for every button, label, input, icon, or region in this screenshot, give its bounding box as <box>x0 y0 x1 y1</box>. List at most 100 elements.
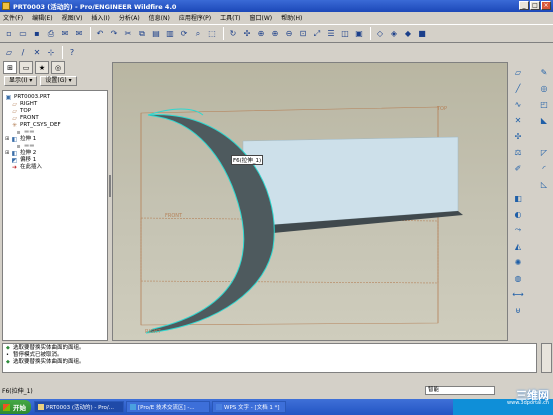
rib-tool-icon[interactable]: ◣ <box>538 114 550 126</box>
menu-info[interactable]: 信息(N) <box>149 13 170 22</box>
orient-mode-icon[interactable]: ⊕ <box>255 28 267 40</box>
tree-item-top[interactable]: ▱ TOP <box>5 108 105 115</box>
menu-edit[interactable]: 编辑(E) <box>32 13 52 22</box>
datum-point-toggle-icon[interactable]: ✕ <box>31 46 43 58</box>
open-file-icon[interactable]: ▭ <box>17 28 29 40</box>
tree-item-extrude-1[interactable]: ⊞ ◧ 拉伸 1 <box>5 136 105 143</box>
selection-box-icon[interactable]: ⬚ <box>206 28 218 40</box>
cut-icon[interactable]: ✂ <box>122 28 134 40</box>
prompt-icon: ◆ <box>6 345 10 351</box>
find-icon[interactable]: ⌕ <box>192 28 204 40</box>
datum-axis-toggle-icon[interactable]: / <box>17 46 29 58</box>
menu-analysis[interactable]: 分析(A) <box>119 13 140 22</box>
redo-icon[interactable]: ↷ <box>108 28 120 40</box>
refit-icon[interactable]: ⊡ <box>297 28 309 40</box>
tree-item-label: FRONT <box>20 115 39 121</box>
tree-item-right[interactable]: ▱ RIGHT <box>5 101 105 108</box>
shading-icon[interactable]: ■ <box>416 28 428 40</box>
draft-tool-icon[interactable]: ◸ <box>538 146 550 158</box>
boundary-blend-tool-icon[interactable]: ◍ <box>512 272 524 284</box>
datum-plane-toggle-icon[interactable]: ▱ <box>3 46 15 58</box>
tree-item-extrude-2[interactable]: ⊞ ◧ 拉伸 2 <box>5 150 105 157</box>
datum-axis-tool-icon[interactable]: ╱ <box>512 82 524 94</box>
datum-curve-tool-icon[interactable]: ∿ <box>512 98 524 110</box>
menu-applications[interactable]: 应用程序(P) <box>179 13 211 22</box>
extrude-tool-icon[interactable]: ◧ <box>512 192 524 204</box>
saved-views-icon[interactable]: ☰ <box>325 28 337 40</box>
datum-plane-tool-icon[interactable]: ▱ <box>512 66 524 78</box>
tree-item-hidden[interactable]: ▪ ▬▬ <box>5 143 105 150</box>
shell-tool-icon[interactable]: ◰ <box>538 98 550 110</box>
email-icon[interactable]: ✉ <box>59 28 71 40</box>
hidden-line-icon[interactable]: ◈ <box>388 28 400 40</box>
new-file-icon[interactable]: ▫ <box>3 28 15 40</box>
context-help-icon[interactable]: ? <box>66 46 78 58</box>
copy-icon[interactable]: ⧉ <box>136 28 148 40</box>
regenerate-icon[interactable]: ⟳ <box>178 28 190 40</box>
tree-item-csys[interactable]: ✳ PRT_CSYS_DEF <box>5 122 105 129</box>
tree-item-label: 偏移 1 <box>20 157 37 163</box>
maximize-button[interactable]: □ <box>530 1 540 10</box>
extrude-icon: ◧ <box>11 149 18 157</box>
analysis-tool-icon[interactable]: ⚖ <box>512 146 524 158</box>
email-link-icon[interactable]: ✉ <box>73 28 85 40</box>
datum-point-tool-icon[interactable]: ✕ <box>512 114 524 126</box>
menu-window[interactable]: 窗口(W) <box>250 13 273 22</box>
tree-item-offset[interactable]: ◩ 偏移 1 <box>5 157 105 164</box>
annotation-tool-icon[interactable]: ✐ <box>512 162 524 174</box>
spin-center-icon[interactable]: ✣ <box>241 28 253 40</box>
selection-filter[interactable]: 智能 <box>425 386 495 395</box>
close-button[interactable]: × <box>541 1 551 10</box>
print-icon[interactable]: ⎙ <box>45 28 57 40</box>
folder-browser-tab-icon[interactable]: ▭ <box>19 61 33 74</box>
tree-root[interactable]: ▣ PRT0003.PRT <box>5 94 105 101</box>
tree-item-front[interactable]: ▱ FRONT <box>5 115 105 122</box>
repaint-icon[interactable]: ↻ <box>227 28 239 40</box>
menu-view[interactable]: 视图(V) <box>62 13 83 22</box>
sketch-tool-icon[interactable]: ✎ <box>538 66 550 78</box>
taskbar-item-forum[interactable]: [Pro/E 技术交流区] -... <box>126 401 210 413</box>
taskbar-item-wps[interactable]: WPS 文字 - [文档 1 *] <box>212 401 286 413</box>
zoom-out-icon[interactable]: ⊖ <box>283 28 295 40</box>
datum-toolbar: ▱ / ✕ ⊹ ? <box>0 44 110 60</box>
reorient-icon[interactable]: ⤢ <box>311 28 323 40</box>
graphics-window[interactable]: TOP FRONT RIGHT F6(拉伸_1) <box>112 62 508 341</box>
no-hidden-icon[interactable]: ◆ <box>402 28 414 40</box>
csys-tool-icon[interactable]: ✣ <box>512 130 524 142</box>
minimize-button[interactable]: _ <box>519 1 529 10</box>
model-tree-tab-icon[interactable]: ⊞ <box>3 61 17 74</box>
view-manager-icon[interactable]: ▣ <box>353 28 365 40</box>
tree-item-hidden[interactable]: ▪ ▬▬ <box>5 129 105 136</box>
tree-item-insert-here[interactable]: ➜ 在此插入 <box>5 164 105 171</box>
favorites-tab-icon[interactable]: ★ <box>35 61 49 74</box>
message-scrollbar[interactable] <box>541 343 552 373</box>
round-tool-icon[interactable]: ◜ <box>538 162 550 174</box>
merge-tool-icon[interactable]: ⊎ <box>512 304 524 316</box>
menu-file[interactable]: 文件(F) <box>3 13 23 22</box>
paste-special-icon[interactable]: ▥ <box>164 28 176 40</box>
menu-tools[interactable]: 工具(T) <box>220 13 240 22</box>
menu-help[interactable]: 帮助(H) <box>281 13 302 22</box>
settings-dropdown[interactable]: 设置(G) ▾ <box>40 76 77 86</box>
revolve-tool-icon[interactable]: ◐ <box>512 208 524 220</box>
menu-insert[interactable]: 插入(I) <box>91 13 109 22</box>
selection-filter-value: 智能 <box>428 387 440 393</box>
csys-toggle-icon[interactable]: ⊹ <box>45 46 57 58</box>
style-tool-icon[interactable]: ✺ <box>512 256 524 268</box>
mirror-tool-icon[interactable]: ⟷ <box>512 288 524 300</box>
paste-icon[interactable]: ▤ <box>150 28 162 40</box>
web-tab-icon[interactable]: ◎ <box>51 61 65 74</box>
start-button[interactable]: 开始 <box>0 400 31 414</box>
taskbar-item-proe[interactable]: PRT0003 (活动的) - Pro/... <box>34 401 124 413</box>
blend-tool-icon[interactable]: ◭ <box>512 240 524 252</box>
zoom-in-icon[interactable]: ⊕ <box>269 28 281 40</box>
undo-icon[interactable]: ↶ <box>94 28 106 40</box>
wireframe-icon[interactable]: ◇ <box>374 28 386 40</box>
chamfer-tool-icon[interactable]: ◺ <box>538 178 550 190</box>
save-icon[interactable]: ▪ <box>31 28 43 40</box>
sweep-tool-icon[interactable]: ⤳ <box>512 224 524 236</box>
panel-splitter[interactable] <box>109 175 111 197</box>
hole-tool-icon[interactable]: ◎ <box>538 82 550 94</box>
show-dropdown[interactable]: 显示(I) ▾ <box>4 76 38 86</box>
layers-icon[interactable]: ◫ <box>339 28 351 40</box>
